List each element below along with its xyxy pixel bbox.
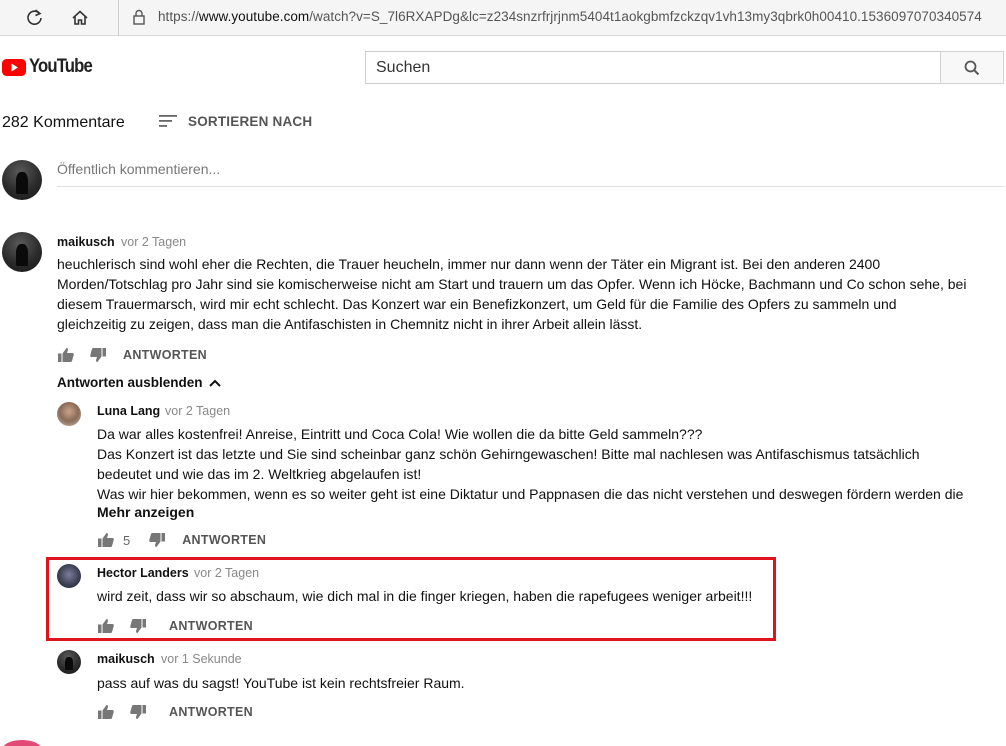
sort-label: SORTIEREN NACH	[188, 113, 313, 129]
comment-actions: ANTWORTEN	[57, 345, 207, 365]
search-button[interactable]	[940, 51, 1004, 84]
thumbs-down-icon[interactable]	[148, 531, 166, 549]
reply-text-line: wird zeit, dass wir so abschaum, wie dic…	[97, 588, 753, 604]
lock-icon[interactable]	[132, 9, 146, 25]
thumbs-up-icon[interactable]	[97, 703, 115, 721]
url-domain: www.youtube.com	[198, 9, 310, 24]
avatar[interactable]	[2, 740, 42, 746]
reply-time[interactable]: vor 2 Tagen	[194, 566, 259, 580]
reply-author[interactable]: Hector Landers	[97, 566, 189, 580]
comment-count: 282 Kommentare	[2, 114, 125, 131]
url-path: /watch?v=S_7l6RXAPDg&lc=z234snzrfrjrjnm5…	[309, 9, 982, 24]
reply-text-line: Was wir hier bekommen, wenn es so weiter…	[97, 486, 964, 502]
comment-text-line: diesem Trauermarsch, wird mir echt schle…	[57, 296, 897, 312]
reply-button[interactable]: ANTWORTEN	[169, 619, 253, 633]
youtube-masthead: YouTube Suchen	[0, 37, 1006, 95]
reply-text: wird zeit, dass wir so abschaum, wie dic…	[97, 586, 752, 606]
avatar[interactable]	[57, 564, 81, 588]
thumbs-down-icon[interactable]	[129, 617, 147, 635]
chevron-up-icon	[208, 379, 221, 387]
comment-text: heuchlerisch sind wohl eher die Rechten,…	[57, 254, 966, 334]
comment-author[interactable]: maikusch	[57, 235, 115, 249]
youtube-logo[interactable]: YouTube	[2, 56, 100, 77]
avatar[interactable]	[2, 232, 42, 272]
thumbs-up-icon[interactable]	[97, 617, 115, 635]
reply-button[interactable]: ANTWORTEN	[182, 533, 266, 547]
reload-icon[interactable]	[24, 7, 46, 29]
like-count: 5	[123, 532, 131, 548]
address-bar-divider	[118, 0, 119, 36]
sort-button[interactable]: SORTIEREN NACH	[158, 113, 312, 129]
comment-text-line: Morden/Totschlag pro Jahr sind sie komis…	[57, 276, 967, 292]
reply-text: Da war alles kostenfrei! Anreise, Eintri…	[97, 424, 963, 504]
avatar[interactable]	[57, 402, 81, 426]
search-input[interactable]: Suchen	[365, 51, 941, 84]
comment-text-line: heuchlerisch sind wohl eher die Rechten,…	[57, 256, 881, 272]
comment-time[interactable]: vor 2 Tagen	[121, 235, 186, 249]
reply-actions: 5 ANTWORTEN	[97, 530, 266, 550]
add-comment-input[interactable]: Öffentlich kommentieren...	[57, 161, 1005, 187]
thumbs-down-icon[interactable]	[89, 346, 107, 364]
address-bar-url[interactable]: https://www.youtube.com/watch?v=S_7l6RXA…	[158, 9, 982, 24]
current-user-avatar	[2, 160, 42, 200]
thumbs-down-icon[interactable]	[129, 703, 147, 721]
thumbs-up-icon[interactable]	[97, 531, 115, 549]
reply-text-line: bedeutet und wie das im 2. Weltkrieg abg…	[97, 466, 422, 482]
reply-actions: ANTWORTEN	[97, 616, 253, 636]
reply-author[interactable]: maikusch	[97, 652, 155, 666]
reply-text-line: Da war alles kostenfrei! Anreise, Eintri…	[97, 426, 703, 442]
reply-text: pass auf was du sagst! YouTube ist kein …	[97, 673, 465, 693]
reply-actions: ANTWORTEN	[97, 702, 253, 722]
reply-time[interactable]: vor 2 Tagen	[165, 404, 230, 418]
sort-icon	[159, 115, 177, 127]
home-icon[interactable]	[69, 7, 91, 29]
reply-button[interactable]: ANTWORTEN	[169, 705, 253, 719]
reply-text-line: pass auf was du sagst! YouTube ist kein …	[97, 675, 465, 691]
browser-toolbar: https://www.youtube.com/watch?v=S_7l6RXA…	[0, 0, 1006, 36]
hide-replies-label: Antworten ausblenden	[57, 375, 203, 390]
avatar[interactable]	[57, 650, 81, 674]
reply-text-line: Das Konzert ist das letzte und Sie sind …	[97, 446, 920, 462]
url-prefix: https://	[158, 9, 199, 24]
search-icon	[964, 60, 980, 75]
reply-button[interactable]: ANTWORTEN	[123, 348, 207, 362]
youtube-play-icon	[2, 58, 26, 76]
logo-text: YouTube	[29, 56, 93, 77]
thumbs-up-icon[interactable]	[57, 346, 75, 364]
comment-text-line: gleichzeitig zu zeigen, dass man die Ant…	[57, 316, 643, 332]
hide-replies-button[interactable]: Antworten ausblenden	[57, 375, 222, 390]
reply-time[interactable]: vor 1 Sekunde	[161, 652, 242, 666]
show-more-link[interactable]: Mehr anzeigen	[97, 504, 194, 520]
reply-author[interactable]: Luna Lang	[97, 404, 160, 418]
